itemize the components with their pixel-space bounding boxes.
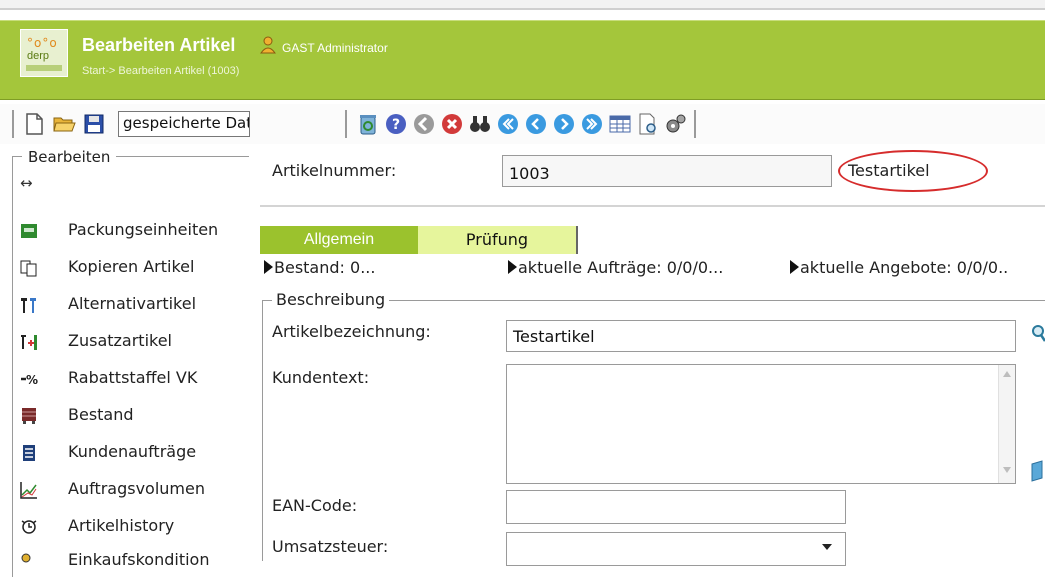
tab-general[interactable]: Allgemein	[260, 226, 418, 254]
help-icon[interactable]: ?	[384, 112, 408, 136]
article-number-label: Artikelnummer:	[272, 161, 397, 180]
sidebar-item-order-volume[interactable]: Auftragsvolumen	[20, 477, 248, 505]
text-module-icon[interactable]	[1030, 460, 1044, 482]
customer-orders-icon	[23, 445, 35, 461]
table-icon[interactable]	[608, 112, 632, 136]
designation-field[interactable]: Testartikel	[506, 320, 1016, 352]
last-icon[interactable]	[580, 112, 604, 136]
sidebar-item-label: Kopieren Artikel	[68, 257, 195, 276]
sidebar-item-purchase-conditions[interactable]: Einkaufskondition	[20, 548, 248, 576]
additional-article-icon	[21, 335, 37, 350]
tab-check[interactable]: Prüfung	[418, 226, 578, 254]
scroll-down-icon[interactable]	[1003, 467, 1011, 473]
article-history-icon	[21, 520, 37, 534]
binoculars-icon[interactable]	[468, 112, 492, 136]
sidebar-item-stock[interactable]: Bestand	[20, 403, 248, 431]
textarea-scrollbar[interactable]	[998, 365, 1015, 483]
sidebar-item-additional-article[interactable]: Zusatzartikel	[20, 329, 248, 357]
logo-dots-icon: °o°o	[27, 36, 58, 50]
open-folder-icon[interactable]	[52, 112, 76, 136]
first-icon[interactable]	[496, 112, 520, 136]
offers-status-text: aktuelle Angebote: 0/0/0..	[800, 258, 1009, 277]
recycle-icon[interactable]	[356, 112, 380, 136]
back-arrow-icon[interactable]	[412, 112, 436, 136]
sidebar-item-label: Rabattstaffel VK	[68, 368, 198, 387]
sidebar-item-discount-scale[interactable]: % Rabattstaffel VK	[20, 366, 248, 394]
sidebar-item-label: Bestand	[68, 405, 134, 424]
breadcrumb[interactable]: Start-> Bearbeiten Artikel (1003)	[82, 65, 239, 77]
section-divider	[260, 205, 1045, 207]
sidebar-item-copy-article[interactable]: Kopieren Artikel	[20, 255, 248, 283]
customer-text-area[interactable]	[506, 364, 1016, 484]
ean-field[interactable]	[506, 490, 846, 524]
app-logo: °o°o derp	[20, 29, 68, 77]
sidebar-legend: Bearbeiten	[22, 148, 117, 166]
toolbar-separator	[12, 110, 14, 138]
saved-data-select[interactable]: gespeicherte Daten	[118, 111, 250, 137]
logo-underline	[26, 65, 62, 71]
svg-text:%: %	[26, 373, 38, 387]
next-icon[interactable]	[552, 112, 576, 136]
chevron-down-icon[interactable]	[822, 544, 832, 550]
order-volume-chart-icon	[20, 482, 37, 499]
svg-text:?: ?	[392, 117, 400, 133]
sidebar-item-packaging-units[interactable]: Packungseinheiten	[20, 218, 248, 246]
search-icon[interactable]	[1030, 324, 1045, 344]
purchase-conditions-icon	[21, 553, 31, 563]
description-legend: Beschreibung	[272, 290, 390, 309]
designation-label: Artikelbezeichnung:	[272, 322, 431, 341]
discount-scale-icon: %	[21, 373, 38, 387]
sidebar-resize-handle[interactable]: ↔	[20, 174, 33, 192]
sidebar-item-label: Auftragsvolumen	[68, 479, 205, 498]
scroll-up-icon[interactable]	[1003, 371, 1011, 377]
orders-status-text: aktuelle Aufträge: 0/0/0...	[518, 258, 724, 277]
stock-status-text: Bestand: 0...	[274, 258, 376, 277]
previous-icon[interactable]	[524, 112, 548, 136]
article-number-field[interactable]: 1003	[502, 155, 832, 187]
window-top-border	[0, 0, 1045, 10]
sidebar-item-article-history[interactable]: Artikelhistory	[20, 514, 248, 542]
expand-arrow-icon	[790, 260, 799, 274]
customer-text-label: Kundentext:	[272, 368, 370, 387]
sidebar-item-label: Packungseinheiten	[68, 220, 219, 239]
sidebar-item-label: Zusatzartikel	[68, 331, 172, 350]
toolbar-separator	[694, 110, 696, 138]
highlight-ring	[838, 150, 988, 192]
sidebar-item-label: Kundenaufträge	[68, 442, 197, 461]
current-user: GAST Administrator	[282, 41, 388, 55]
expand-arrow-icon	[264, 260, 273, 274]
delete-icon[interactable]	[440, 112, 464, 136]
sidebar-item-alternative-article[interactable]: Alternativartikel	[20, 292, 248, 320]
sidebar-item-customer-orders[interactable]: Kundenaufträge	[20, 440, 248, 468]
settings-icon[interactable]	[664, 112, 688, 136]
sidebar-item-label: Alternativartikel	[68, 294, 197, 313]
packaging-units-icon	[21, 224, 37, 238]
orders-status[interactable]: aktuelle Aufträge: 0/0/0...	[508, 258, 723, 277]
tab-bar: Allgemein Prüfung	[260, 218, 582, 254]
alternative-article-icon	[21, 298, 36, 313]
app-header: °o°o derp Bearbeiten Artikel GAST Admini…	[0, 20, 1045, 100]
ean-label: EAN-Code:	[272, 496, 358, 515]
offers-status[interactable]: aktuelle Angebote: 0/0/0..	[790, 258, 1008, 277]
vat-label: Umsatzsteuer:	[272, 537, 389, 556]
stock-icon	[22, 408, 36, 424]
print-preview-icon[interactable]	[636, 112, 660, 136]
expand-arrow-icon	[508, 260, 517, 274]
logo-text: derp	[27, 50, 50, 62]
toolbar-separator	[345, 110, 347, 138]
stock-status[interactable]: Bestand: 0...	[264, 258, 375, 277]
copy-article-icon	[20, 260, 37, 277]
user-icon	[260, 36, 276, 54]
save-disk-icon[interactable]	[82, 112, 106, 136]
page-title: Bearbeiten Artikel	[82, 35, 236, 55]
new-document-icon[interactable]	[22, 112, 46, 136]
toolbar: gespeicherte Daten ?	[0, 104, 1045, 144]
vat-select[interactable]	[506, 532, 846, 566]
sidebar-item-label: Artikelhistory	[68, 516, 175, 535]
